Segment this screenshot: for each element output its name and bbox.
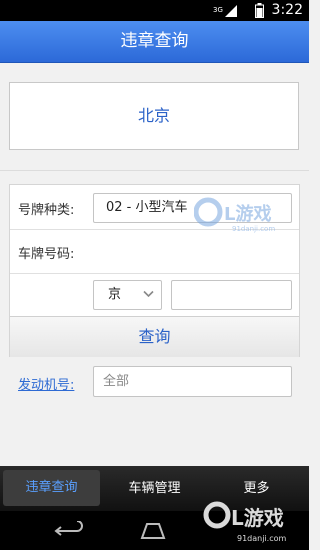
signal-icon: 3G <box>213 5 237 17</box>
divider <box>0 170 309 171</box>
svg-text:91danji.com: 91danji.com <box>237 534 287 543</box>
plate-number-label: 车牌号码: <box>18 247 75 262</box>
tab-vehicle-management[interactable]: 车辆管理 <box>104 466 205 511</box>
tab-violation-query[interactable]: 违章查询 <box>3 470 100 506</box>
status-bar: 3G 3:22 <box>0 0 309 21</box>
home-icon[interactable] <box>139 522 167 540</box>
query-button[interactable]: 查询 <box>10 316 299 357</box>
watermark-logo-bottom: L游戏 91danji.com <box>203 501 287 543</box>
engine-row: 发动机号: 全部 <box>10 273 299 397</box>
engine-number-label[interactable]: 发动机号: <box>18 374 74 393</box>
plate-type-label: 号牌种类: <box>18 203 75 218</box>
svg-text:L游戏: L游戏 <box>224 203 271 225</box>
plate-number-row: 车牌号码: 京 <box>10 229 299 310</box>
city-selector[interactable]: 北京 <box>9 82 299 150</box>
engine-number-placeholder: 全部 <box>103 374 130 389</box>
engine-number-input[interactable]: 全部 <box>93 366 292 397</box>
plate-type-value: 02 - 小型汽车 <box>106 200 188 215</box>
svg-text:91danji.com: 91danji.com <box>232 225 275 233</box>
svg-text:3G: 3G <box>213 6 223 14</box>
back-icon[interactable] <box>53 521 85 541</box>
status-time: 3:22 <box>271 2 303 18</box>
page-title: 违章查询 <box>0 21 309 63</box>
city-name: 北京 <box>137 106 170 125</box>
battery-icon <box>255 3 264 18</box>
svg-text:L游戏: L游戏 <box>231 506 284 530</box>
watermark-logo: L游戏 91danji.com <box>194 197 275 233</box>
